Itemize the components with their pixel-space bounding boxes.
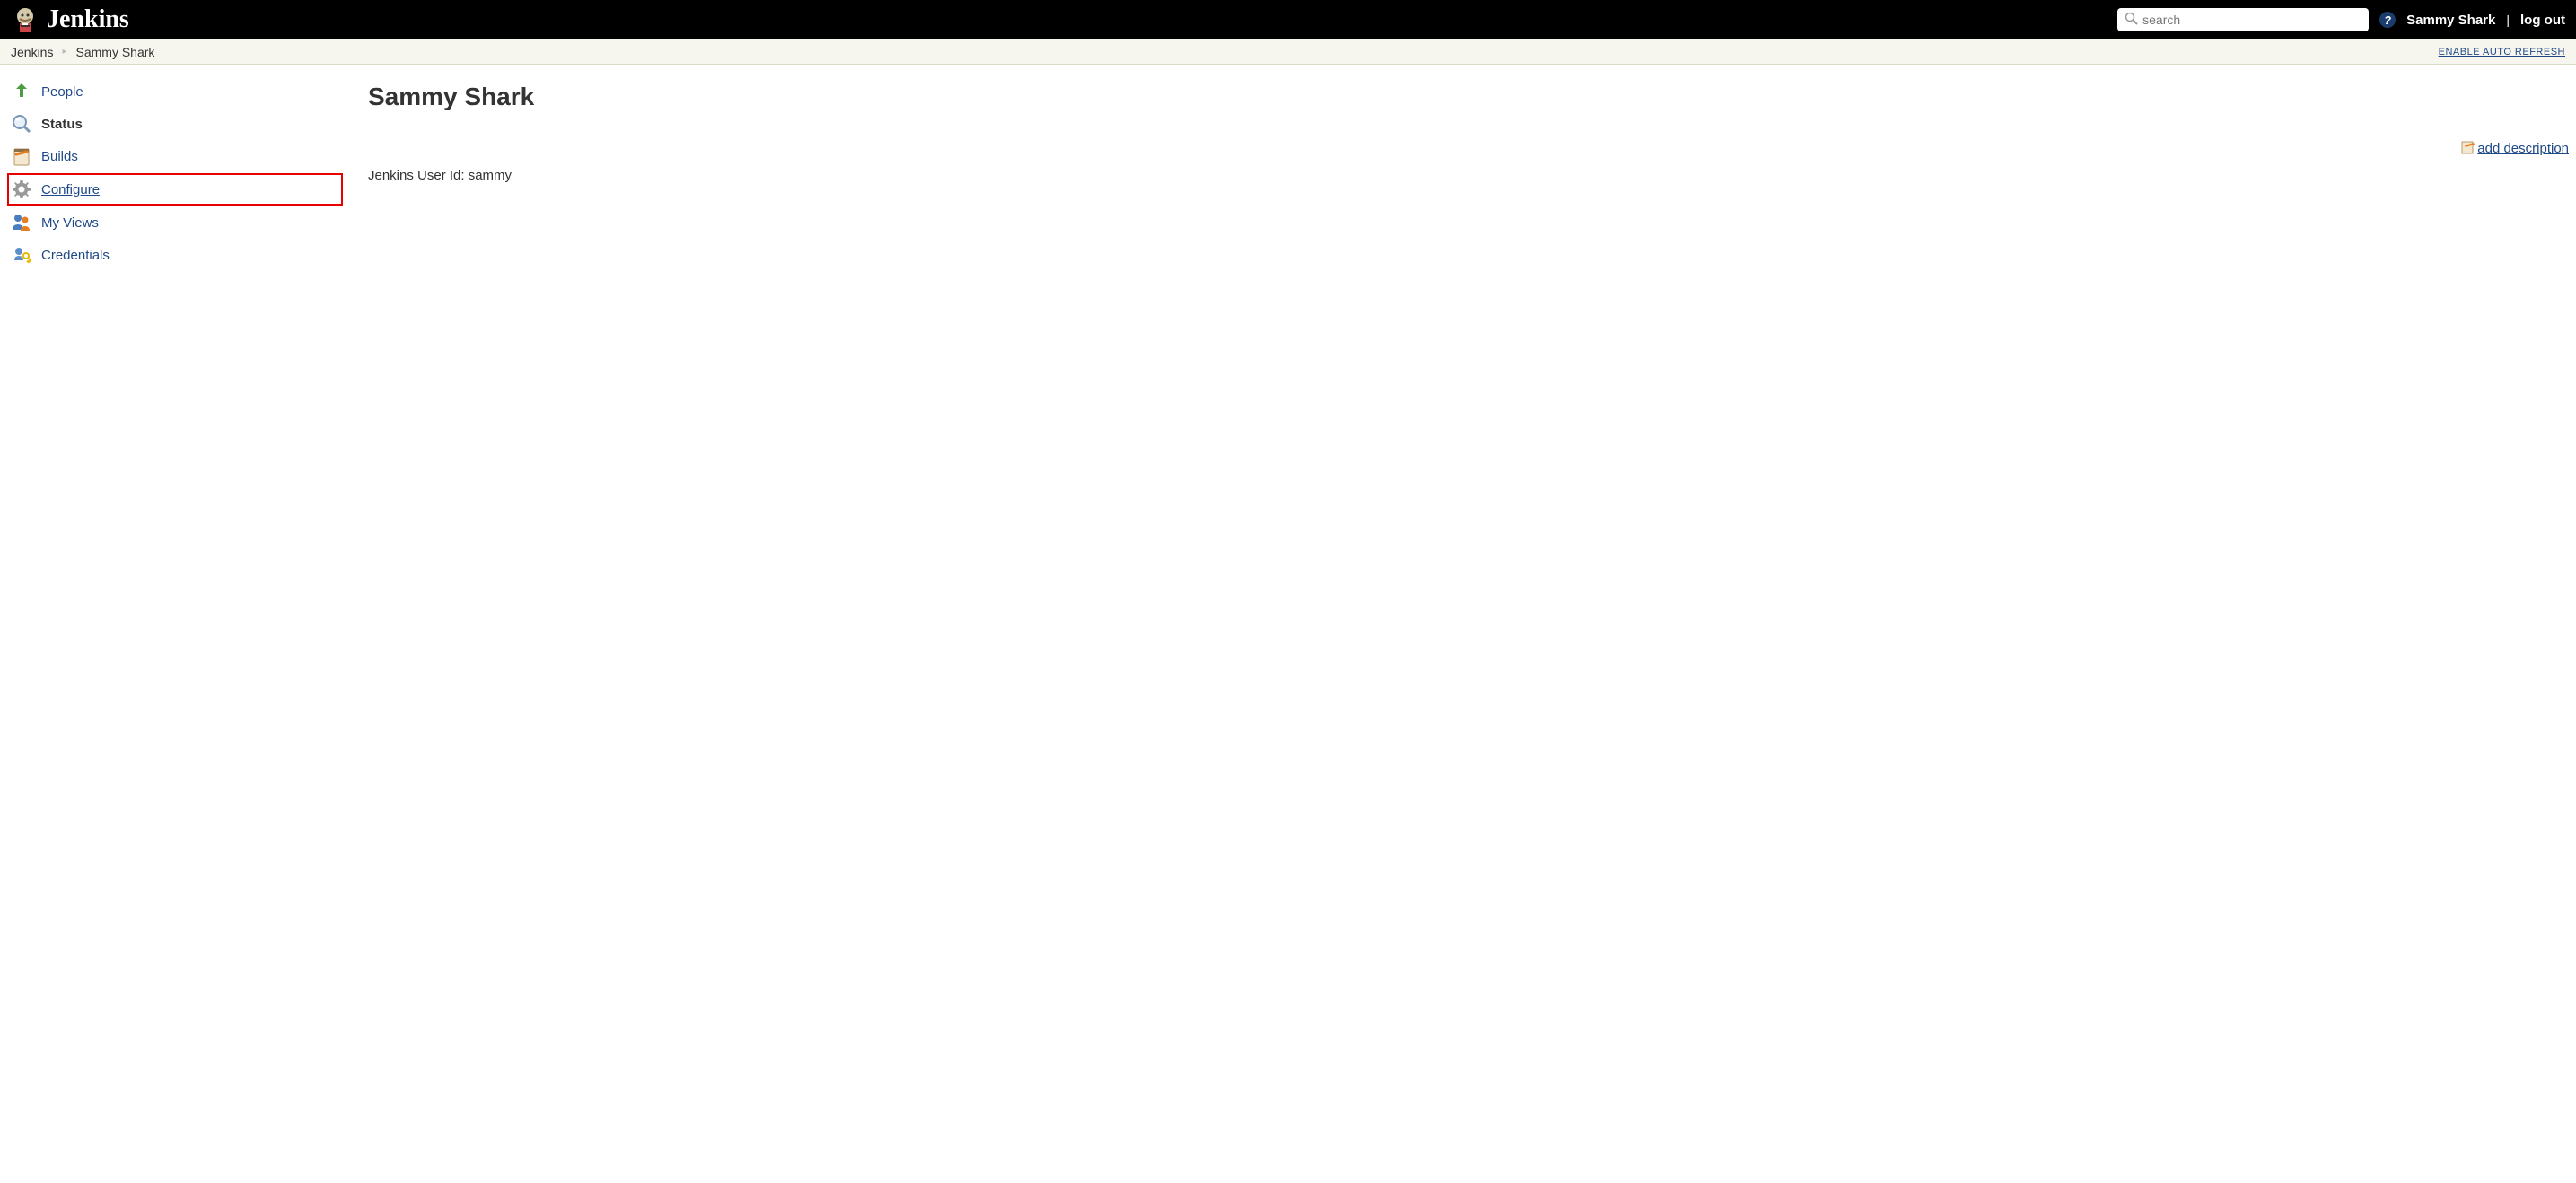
user-id-text: Jenkins User Id: sammy bbox=[368, 168, 2569, 183]
content: Sammy Shark add description Jenkins User… bbox=[350, 65, 2576, 282]
sidebar-item-label: Configure bbox=[41, 182, 100, 197]
sidebar-item-label: Status bbox=[41, 117, 83, 132]
sidebar-item-credentials[interactable]: Credentials bbox=[0, 239, 350, 271]
sidebar-item-configure[interactable]: Configure bbox=[7, 173, 343, 206]
sidebar: People Status Builds bbox=[0, 65, 350, 282]
page-title: Sammy Shark bbox=[368, 83, 2569, 111]
username-link[interactable]: Sammy Shark bbox=[2406, 13, 2495, 28]
sidebar-item-builds[interactable]: Builds bbox=[0, 140, 350, 172]
sidebar-item-label: Builds bbox=[41, 149, 78, 164]
main-container: People Status Builds bbox=[0, 65, 2576, 282]
magnifier-icon bbox=[11, 113, 32, 135]
gear-icon bbox=[11, 179, 32, 200]
add-description-link[interactable]: add description bbox=[2477, 141, 2569, 156]
breadcrumb-bar: Jenkins ▸ Sammy Shark ENABLE AUTO REFRES… bbox=[0, 39, 2576, 65]
breadcrumb-item-user[interactable]: Sammy Shark bbox=[76, 45, 155, 59]
key-icon bbox=[11, 244, 32, 266]
header-right: ? Sammy Shark | log out bbox=[2117, 8, 2565, 31]
sidebar-item-status[interactable]: Status bbox=[0, 108, 350, 140]
edit-icon bbox=[2461, 140, 2475, 157]
logo-area[interactable]: Jenkins bbox=[11, 5, 2117, 34]
search-box[interactable] bbox=[2117, 8, 2369, 31]
user-arrow-icon bbox=[11, 81, 32, 102]
auto-refresh-link[interactable]: ENABLE AUTO REFRESH bbox=[2439, 47, 2565, 57]
logout-link[interactable]: log out bbox=[2520, 13, 2565, 28]
users-icon bbox=[11, 212, 32, 233]
search-input[interactable] bbox=[2142, 13, 2361, 27]
add-description-area: add description bbox=[368, 140, 2569, 157]
breadcrumb-item-jenkins[interactable]: Jenkins bbox=[11, 45, 53, 59]
sidebar-item-label: People bbox=[41, 84, 83, 100]
header: Jenkins ? Sammy Shark | log out bbox=[0, 0, 2576, 39]
help-icon[interactable]: ? bbox=[2379, 12, 2396, 28]
sidebar-item-label: My Views bbox=[41, 215, 99, 231]
breadcrumb-arrow-icon: ▸ bbox=[62, 47, 66, 57]
header-separator: | bbox=[2506, 13, 2510, 27]
breadcrumb-list: Jenkins ▸ Sammy Shark bbox=[11, 45, 2439, 59]
search-icon bbox=[2125, 12, 2139, 29]
logo-text: Jenkins bbox=[47, 5, 129, 34]
sidebar-item-people[interactable]: People bbox=[0, 75, 350, 108]
jenkins-logo-icon bbox=[11, 5, 39, 34]
clipboard-icon bbox=[11, 145, 32, 167]
sidebar-item-myviews[interactable]: My Views bbox=[0, 206, 350, 239]
sidebar-item-label: Credentials bbox=[41, 248, 110, 263]
